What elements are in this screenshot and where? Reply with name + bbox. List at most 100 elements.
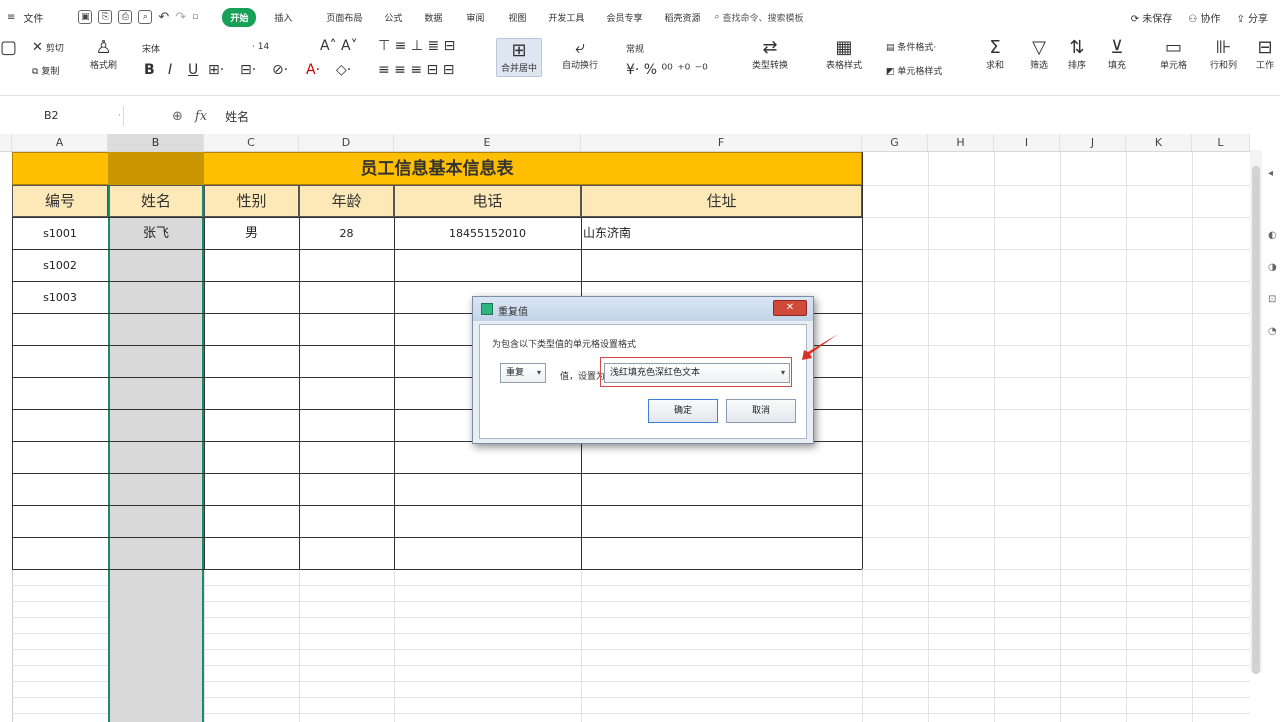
column-header-b[interactable]: B: [108, 134, 204, 152]
font-color-icon[interactable]: A·: [306, 62, 320, 78]
tab-member[interactable]: 会员专享: [606, 9, 642, 26]
header-cell-name[interactable]: 姓名: [108, 185, 204, 217]
tab-home[interactable]: 开始: [222, 7, 257, 27]
selected-column-b[interactable]: [108, 185, 204, 722]
tab-view[interactable]: 视图: [508, 9, 526, 26]
row-col-button[interactable]: ⊪ 行和列: [1210, 38, 1237, 72]
conditional-format-button[interactable]: ▤ 条件格式·: [886, 40, 936, 53]
paste-button[interactable]: ▢: [0, 38, 17, 58]
column-header-j[interactable]: J: [1060, 134, 1126, 152]
redo-icon[interactable]: ↷: [175, 10, 186, 25]
share-button[interactable]: ⇪ 分享: [1236, 10, 1268, 25]
header-cell-gender[interactable]: 性别: [204, 185, 299, 217]
font-name-select[interactable]: 宋体: [142, 42, 160, 55]
cell-a4[interactable]: s1002: [12, 250, 108, 281]
file-menu[interactable]: 文件: [20, 10, 46, 25]
column-header-d[interactable]: D: [299, 134, 394, 152]
table-style-button[interactable]: ▦ 表格样式: [826, 38, 862, 72]
vertical-scrollbar-thumb[interactable]: [1252, 166, 1260, 674]
header-cell-age[interactable]: 年龄: [299, 185, 394, 217]
align-left-icon[interactable]: ≡ ≡ ≡ ⊟ ⊟: [378, 62, 454, 78]
side-tool-icon[interactable]: ◂: [1268, 168, 1280, 180]
header-cell-address[interactable]: 住址: [581, 185, 862, 217]
tab-formulas[interactable]: 公式: [384, 9, 402, 26]
column-header-a[interactable]: A: [12, 134, 108, 152]
tab-review[interactable]: 审阅: [466, 9, 484, 26]
font-size-select[interactable]: · 14: [252, 42, 269, 52]
cancel-button[interactable]: 取消: [726, 399, 796, 423]
save-as-icon[interactable]: ⎘: [98, 10, 113, 24]
number-format-select[interactable]: 常规: [626, 42, 644, 55]
more-icon[interactable]: ▫: [192, 12, 198, 22]
collaborate-button[interactable]: ⚇ 协作: [1188, 10, 1220, 25]
column-header-g[interactable]: G: [862, 134, 928, 152]
clear-icon[interactable]: ⊘·: [272, 62, 288, 78]
preview-icon[interactable]: ⌕: [138, 10, 153, 24]
function-icon[interactable]: fx: [195, 109, 207, 124]
bold-icon[interactable]: B: [144, 62, 155, 78]
formula-input[interactable]: 姓名: [225, 108, 249, 125]
cell-b3[interactable]: 张飞: [108, 218, 204, 249]
border-icon[interactable]: ⊞·: [208, 62, 224, 78]
tab-insert[interactable]: 插入: [274, 9, 292, 26]
tab-developer[interactable]: 开发工具: [548, 9, 584, 26]
increase-font-icon[interactable]: A˄ A˅: [320, 38, 358, 54]
value-type-select[interactable]: 重复 ▾: [500, 363, 546, 383]
side-tool-icon[interactable]: ◔: [1268, 326, 1280, 338]
eraser-icon[interactable]: ◇·: [336, 62, 351, 78]
column-header-e[interactable]: E: [394, 134, 581, 152]
tab-page-layout[interactable]: 页面布局: [326, 9, 362, 26]
column-header-k[interactable]: K: [1126, 134, 1192, 152]
side-tool-icon[interactable]: ⊡: [1268, 294, 1280, 306]
command-search[interactable]: ⌕ 查找命令、搜索模板: [714, 11, 803, 24]
column-header-i[interactable]: I: [994, 134, 1060, 152]
header-cell-id[interactable]: 编号: [12, 185, 108, 217]
cell-a3[interactable]: s1001: [12, 218, 108, 249]
percent-icon[interactable]: ¥· % ⁰⁰ ⁺⁰ ⁻⁰: [626, 62, 708, 78]
type-convert-button[interactable]: ⇄ 类型转换: [752, 38, 788, 72]
underline-icon[interactable]: U: [188, 62, 198, 78]
undo-icon[interactable]: ↶: [158, 10, 169, 25]
column-header-h[interactable]: H: [928, 134, 994, 152]
column-header-f[interactable]: F: [581, 134, 862, 152]
dialog-titlebar[interactable]: 重复值 ✕: [473, 297, 813, 321]
cell-d3[interactable]: 28: [299, 218, 394, 249]
filter-button[interactable]: ▽ 筛选: [1030, 38, 1048, 72]
side-tool-icon[interactable]: ◑: [1268, 262, 1280, 274]
merge-center-button[interactable]: ⊞ 合并居中: [496, 38, 543, 77]
wrap-text-button[interactable]: ⤶ 自动换行: [562, 38, 598, 72]
cut-button[interactable]: ✕ 剪切: [32, 40, 64, 55]
cell-style-button[interactable]: ◩ 单元格样式: [886, 64, 942, 77]
header-cell-phone[interactable]: 电话: [394, 185, 581, 217]
column-header-c[interactable]: C: [204, 134, 299, 152]
fill-color-icon[interactable]: ⊟·: [240, 62, 256, 78]
name-box-dropdown-icon[interactable]: ·: [118, 106, 121, 126]
fill-button[interactable]: ⊻ 填充: [1108, 38, 1126, 72]
tab-docer[interactable]: 稻壳资源: [664, 9, 700, 26]
print-icon[interactable]: ⎙: [118, 10, 133, 24]
cell-c3[interactable]: 男: [204, 218, 299, 249]
copy-button[interactable]: ⧉ 复制: [32, 64, 59, 77]
cell-button[interactable]: ▭ 单元格: [1160, 38, 1187, 72]
cell-f3[interactable]: 山东济南: [583, 218, 862, 249]
cell-a5[interactable]: s1003: [12, 282, 108, 313]
format-painter-button[interactable]: ♙ 格式刷: [90, 38, 117, 72]
cut-icon: ✕: [32, 40, 43, 55]
side-tool-icon[interactable]: ◐: [1268, 230, 1280, 242]
select-all-corner[interactable]: [0, 134, 12, 152]
sum-button[interactable]: Σ 求和: [986, 38, 1004, 72]
italic-icon[interactable]: I: [168, 62, 172, 78]
sort-button[interactable]: ⇅ 排序: [1068, 38, 1086, 72]
zoom-search-icon[interactable]: ⊕: [172, 109, 183, 124]
ok-button[interactable]: 确定: [648, 399, 718, 423]
hamburger-menu-icon[interactable]: ≡: [4, 12, 18, 23]
cell-e3[interactable]: 18455152010: [394, 218, 581, 249]
save-icon[interactable]: ▣: [78, 10, 93, 24]
tab-data[interactable]: 数据: [424, 9, 442, 26]
align-top-icon[interactable]: ⊤ ≡ ⊥ ≣ ⊟: [378, 38, 455, 54]
save-status[interactable]: ⟳ 未保存: [1131, 10, 1173, 25]
column-header-l[interactable]: L: [1192, 134, 1250, 152]
close-icon[interactable]: ✕: [773, 300, 807, 316]
name-box[interactable]: B2 ·: [4, 106, 124, 126]
worksheet-button[interactable]: ⊟ 工作: [1256, 38, 1274, 72]
